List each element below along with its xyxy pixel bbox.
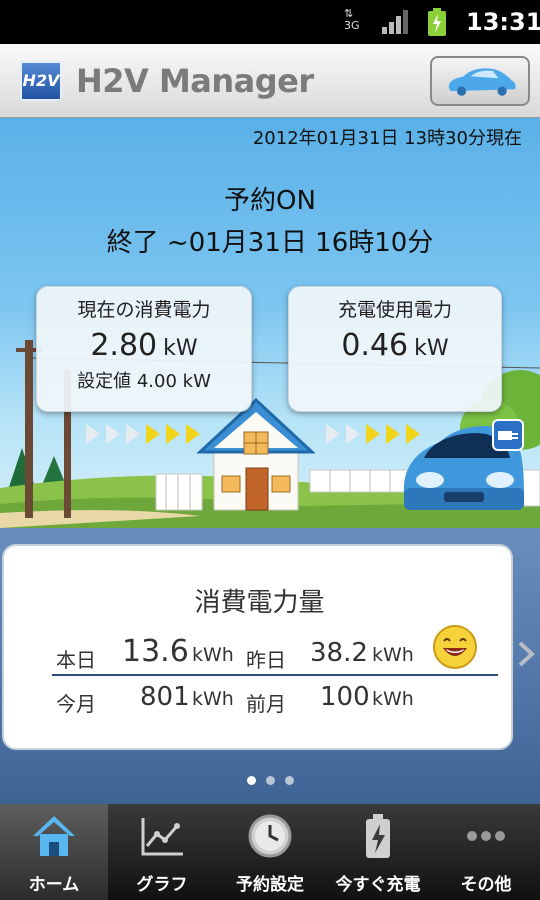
last-month-label: 前月 — [246, 692, 286, 716]
nav-graph[interactable]: グラフ — [108, 804, 216, 900]
nav-reservation[interactable]: 予約設定 — [216, 804, 324, 900]
nav-more[interactable]: その他 — [432, 804, 540, 900]
app-header: H2V H2V Manager — [0, 44, 540, 118]
this-month-unit: kWh — [192, 688, 234, 710]
power-flow-arrows-right — [326, 424, 420, 444]
nav-charge-now-label: 今すぐ充電 — [335, 875, 421, 895]
charging-power-label: 充電使用電力 — [337, 299, 452, 321]
app-title: H2V Manager — [76, 62, 314, 100]
today-label: 本日 — [56, 648, 96, 672]
this-month-label: 今月 — [56, 692, 96, 716]
signal-icon — [382, 10, 408, 34]
page-indicator — [0, 770, 540, 789]
status-bar: ⇅ 3G 13:31 — [0, 0, 540, 44]
monthly-usage-row: 今月 801 kWh 前月 100 kWh — [52, 680, 498, 720]
current-consumption-value: 2.80 kW — [90, 328, 198, 363]
clock-icon — [248, 814, 292, 858]
status-clock: 13:31 — [466, 8, 540, 36]
car-icon — [448, 68, 516, 96]
nav-reservation-label: 予約設定 — [236, 875, 304, 895]
page-dot — [265, 776, 275, 785]
nav-graph-label: グラフ — [136, 875, 188, 895]
update-timestamp: 2012年01月31日 13時30分現在 — [252, 128, 522, 149]
app-logo: H2V — [20, 61, 62, 101]
energy-summary-card[interactable]: 消費電力量 本日 13.6 kWh 昨日 38.2 kWh 今月 801 kWh… — [2, 544, 513, 750]
current-consumption-panel: 現在の消費電力 2.80 kW 設定値 4.00 kW — [36, 286, 252, 412]
this-month-value: 801 — [140, 682, 190, 712]
reservation-status: 予約ON — [224, 186, 316, 216]
nav-home[interactable]: ホーム — [0, 804, 108, 900]
today-value: 13.6 — [122, 634, 189, 669]
summary-area: 消費電力量 本日 13.6 kWh 昨日 38.2 kWh 今月 801 kWh… — [0, 528, 540, 804]
next-page-arrow-icon[interactable] — [516, 640, 536, 668]
consumption-setting: 設定値 4.00 kW — [77, 371, 211, 392]
page-dot — [246, 776, 256, 785]
more-icon — [467, 831, 505, 841]
plug-icon — [492, 419, 524, 451]
reservation-end-time: 終了 ~01月31日 16時10分 — [106, 228, 434, 258]
chart-icon — [141, 818, 183, 856]
yesterday-label: 昨日 — [246, 648, 286, 672]
battery-icon — [428, 8, 446, 36]
today-unit: kWh — [192, 644, 234, 666]
status-overview: 2012年01月31日 13時30分現在 予約ON 終了 ~01月31日 16時… — [0, 118, 540, 528]
network-type: ⇅ 3G — [344, 7, 360, 32]
nav-more-label: その他 — [460, 875, 512, 895]
charging-power-panel: 充電使用電力 0.46 kW — [288, 286, 502, 412]
house-illustration — [196, 397, 316, 511]
yesterday-unit: kWh — [372, 644, 414, 666]
last-month-unit: kWh — [372, 688, 414, 710]
house-icon — [33, 816, 75, 856]
battery-charge-icon — [366, 814, 390, 858]
charging-power-value: 0.46 kW — [341, 328, 449, 363]
yesterday-value: 38.2 — [310, 638, 368, 668]
last-month-value: 100 — [320, 682, 370, 712]
nav-charge-now[interactable]: 今すぐ充電 — [324, 804, 432, 900]
current-consumption-label: 現在の消費電力 — [77, 299, 211, 321]
smiley-face-icon — [433, 625, 477, 669]
nav-home-label: ホーム — [28, 875, 80, 895]
power-flow-arrows-left — [86, 424, 200, 444]
bottom-navigation: ホーム グラフ 予約設定 今すぐ充電 その他 — [0, 804, 540, 900]
vehicle-button[interactable] — [430, 56, 530, 106]
page-dot — [284, 776, 294, 785]
summary-title: 消費電力量 — [194, 588, 325, 618]
